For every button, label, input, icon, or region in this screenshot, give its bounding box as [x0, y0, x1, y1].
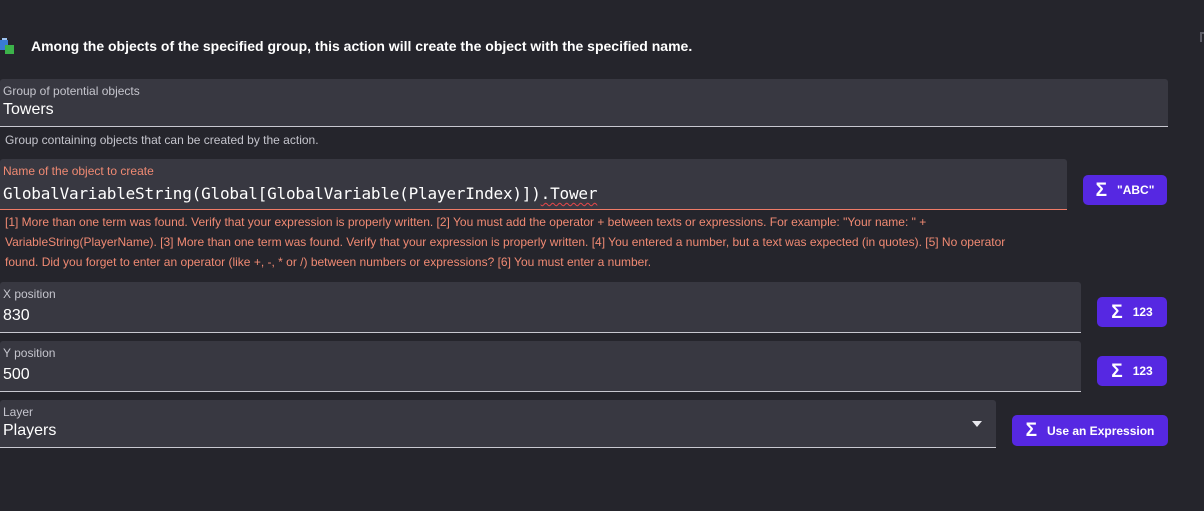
use-expression-button[interactable]: Σ Use an Expression	[1012, 415, 1168, 446]
x-expression-button-label: 123	[1132, 305, 1153, 319]
action-description: Among the objects of the specified group…	[31, 38, 693, 54]
action-description-header: Among the objects of the specified group…	[0, 34, 692, 58]
group-field-value[interactable]: Towers	[3, 101, 54, 119]
scrollbar-edge	[1200, 32, 1204, 42]
y-expression-button-label: 123	[1132, 364, 1153, 378]
sigma-icon: Σ	[1111, 301, 1123, 323]
object-group-icon	[0, 36, 16, 56]
y-position-label: Y position	[3, 346, 56, 360]
sigma-icon: Σ	[1025, 420, 1037, 441]
dropdown-arrow-icon[interactable]	[972, 421, 982, 427]
expression-error-message: [1] More than one term was found. Verify…	[5, 212, 1045, 272]
error-line: [1] More than one term was found. Verify…	[5, 215, 927, 229]
group-field-helper: Group containing objects that can be cre…	[5, 133, 319, 147]
expression-text: GlobalVariableString(Global[GlobalVariab…	[3, 184, 541, 203]
sigma-icon: Σ	[1095, 179, 1107, 201]
object-name-field-value[interactable]: GlobalVariableString(Global[GlobalVariab…	[3, 184, 597, 203]
layer-select[interactable]: Layer Players	[0, 400, 996, 448]
y-position-field[interactable]: Y position 500	[0, 341, 1081, 392]
expression-error-text: .Tower	[540, 184, 598, 203]
x-position-field[interactable]: X position 830	[0, 282, 1081, 333]
object-name-field-label: Name of the object to create	[3, 164, 154, 178]
use-expression-button-label: Use an Expression	[1047, 423, 1155, 438]
error-line: found. Did you forget to enter an operat…	[5, 255, 652, 269]
x-expression-button[interactable]: Σ 123	[1097, 297, 1167, 327]
error-line: VariableString(PlayerName). [3] More tha…	[5, 235, 1006, 249]
object-name-field[interactable]: Name of the object to create GlobalVaria…	[0, 159, 1067, 210]
sigma-icon: Σ	[1111, 360, 1123, 382]
text-expression-button-label: "ABC"	[1117, 183, 1155, 197]
x-position-label: X position	[3, 287, 56, 301]
text-expression-button[interactable]: Σ "ABC"	[1083, 175, 1167, 205]
y-expression-button[interactable]: Σ 123	[1097, 356, 1167, 386]
group-field[interactable]: Group of potential objects Towers	[0, 79, 1168, 127]
y-position-value[interactable]: 500	[3, 366, 30, 384]
group-field-label: Group of potential objects	[3, 84, 140, 98]
layer-value[interactable]: Players	[3, 422, 56, 440]
layer-label: Layer	[3, 405, 34, 419]
x-position-value[interactable]: 830	[3, 307, 30, 325]
